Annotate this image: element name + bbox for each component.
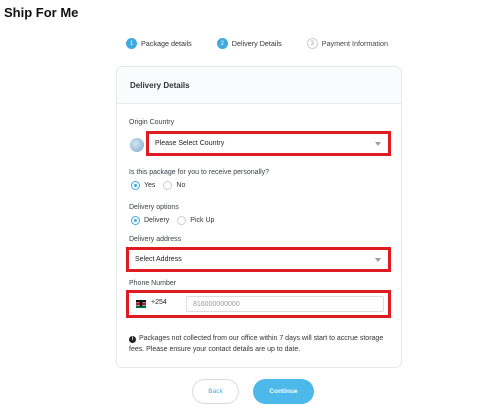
- origin-country-select[interactable]: Please Select Country: [146, 131, 391, 156]
- radio-label: Pick Up: [190, 217, 215, 224]
- delivery-address-value: Select Address: [135, 256, 182, 263]
- kenya-flag-icon[interactable]: [136, 300, 146, 308]
- personal-question-label: Is this package for you to receive perso…: [129, 169, 270, 176]
- globe-icon: [130, 138, 144, 152]
- radio-button[interactable]: [131, 216, 140, 225]
- continue-button[interactable]: Continue: [253, 379, 314, 404]
- origin-country-value: Please Select Country: [155, 140, 225, 147]
- delivery-address-select[interactable]: Select Address: [126, 247, 391, 272]
- personal-radio-group: Yes No: [131, 181, 193, 190]
- card-title: Delivery Details: [117, 67, 401, 104]
- radio-yes[interactable]: Yes: [131, 181, 155, 190]
- chevron-down-icon: [375, 142, 381, 146]
- delivery-options-radio-group: Delivery Pick Up: [131, 216, 222, 225]
- origin-country-label: Origin Country: [129, 119, 175, 126]
- phone-number-label: Phone Number: [129, 280, 177, 287]
- radio-button[interactable]: [177, 216, 187, 225]
- back-button[interactable]: Back: [192, 379, 239, 404]
- radio-label: No: [176, 182, 186, 189]
- delivery-address-label: Delivery address: [129, 236, 182, 243]
- delivery-options-label: Delivery options: [129, 204, 179, 211]
- info-icon: i: [129, 336, 136, 343]
- step-payment-information[interactable]: 3 Payment Information: [306, 38, 389, 49]
- phone-input[interactable]: 816000000000: [186, 296, 384, 312]
- notice-text: Packages not collected from our office w…: [129, 335, 384, 353]
- radio-button[interactable]: [131, 181, 140, 190]
- step-delivery-details[interactable]: 2 Delivery Details: [216, 38, 282, 49]
- step-label: Package details: [141, 39, 192, 48]
- radio-no[interactable]: No: [163, 181, 185, 190]
- page-title: Ship For Me: [4, 5, 79, 20]
- dial-code: +254: [151, 299, 167, 306]
- step-number: 2: [216, 38, 228, 49]
- radio-button[interactable]: [163, 181, 173, 190]
- phone-number-field: +254 816000000000: [126, 290, 391, 318]
- step-number: 1: [126, 38, 137, 49]
- stepper: 1 Package details 2 Delivery Details 3 P…: [126, 38, 388, 49]
- storage-fee-notice: i Packages not collected from our office …: [129, 333, 391, 355]
- chevron-down-icon: [375, 258, 381, 262]
- radio-label: Delivery: [144, 217, 170, 224]
- radio-pick-up[interactable]: Pick Up: [177, 216, 214, 225]
- radio-delivery[interactable]: Delivery: [131, 216, 169, 225]
- step-package-details[interactable]: 1 Package details: [126, 38, 192, 49]
- step-label: Delivery Details: [231, 39, 282, 48]
- radio-label: Yes: [144, 182, 156, 189]
- phone-placeholder: 816000000000: [193, 300, 240, 308]
- step-number: 3: [306, 38, 318, 49]
- step-label: Payment Information: [321, 39, 389, 48]
